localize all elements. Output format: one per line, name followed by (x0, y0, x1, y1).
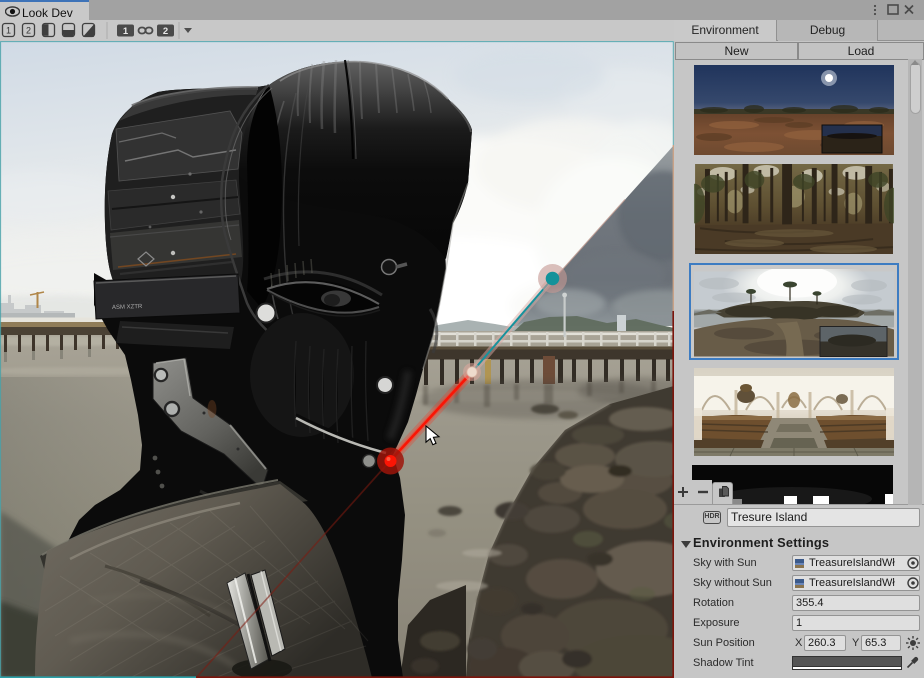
svg-text:1: 1 (123, 26, 129, 37)
svg-text:ASM XZTR: ASM XZTR (112, 304, 143, 311)
svg-text:1: 1 (6, 26, 11, 36)
svg-text:2: 2 (163, 26, 168, 37)
svg-text:2: 2 (26, 26, 31, 36)
